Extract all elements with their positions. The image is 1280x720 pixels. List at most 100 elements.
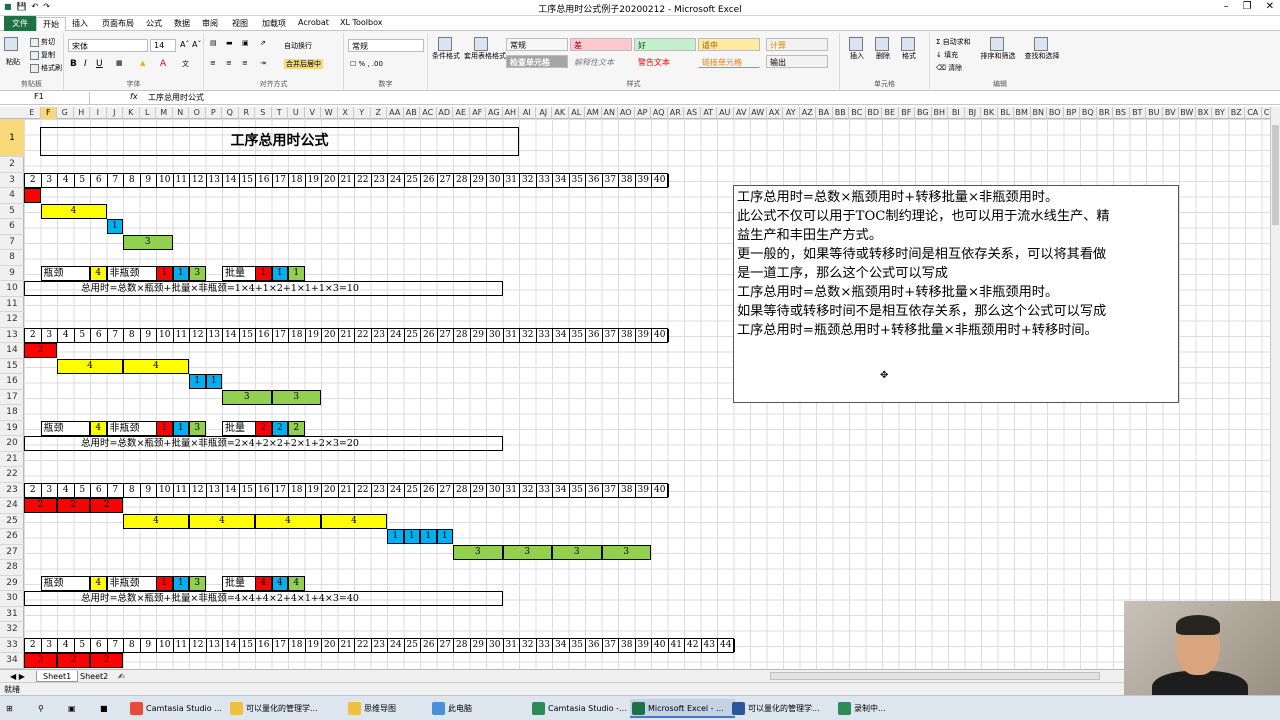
period-number[interactable]: 4 [58,638,75,652]
column-header[interactable]: R [239,107,255,119]
period-number[interactable]: 19 [306,483,322,497]
nonbottleneck-value[interactable]: 1 [172,265,189,281]
column-header[interactable]: AI [519,107,536,119]
period-number[interactable]: 8 [124,638,141,652]
style-explanatory[interactable]: 解释性文本 [570,55,632,68]
nonbottleneck-value[interactable]: 1 [156,575,173,591]
period-number[interactable]: 26 [421,173,438,187]
formula-cell[interactable]: 总用时=总数×瓶颈+批量×非瓶颈=2×4+2×2+2×1+2×3=20 [24,436,503,451]
column-header[interactable]: F [40,107,57,119]
column-header[interactable]: AR [668,107,684,119]
red-bar-cell[interactable]: 2 [90,498,123,513]
minimize-icon[interactable]: – [1224,1,1229,12]
row-header[interactable]: 32 [0,622,24,638]
column-header[interactable]: Y [354,107,371,119]
column-header[interactable]: Z [371,107,387,119]
bottleneck-value[interactable]: 4 [90,265,107,281]
align-bottom-icon[interactable]: ▣ [242,39,249,47]
nonbottleneck-value[interactable]: 3 [189,575,206,591]
red-bar-cell[interactable]: 2 [24,498,57,513]
font-color-icon[interactable]: A [160,59,166,69]
row-header[interactable]: 18 [0,405,24,421]
period-number[interactable]: 28 [454,638,471,652]
period-number[interactable]: 13 [207,483,223,497]
align-right-icon[interactable]: ≡ [242,59,248,67]
red-bar-cell[interactable]: 2 [24,653,57,668]
period-number[interactable]: 38 [619,328,636,342]
period-number[interactable]: 15 [240,483,256,497]
taskbar-item[interactable]: 此电脑 [430,699,525,718]
period-number[interactable]: 6 [91,638,108,652]
period-number[interactable]: 31 [504,483,520,497]
period-number[interactable]: 11 [174,638,190,652]
column-header[interactable]: G [57,107,74,119]
period-number[interactable]: 13 [207,328,223,342]
font-size-select[interactable]: 14 [150,39,176,52]
period-number[interactable]: 8 [124,483,141,497]
column-header[interactable]: AQ [651,107,668,119]
column-header[interactable]: AG [486,107,503,119]
period-number[interactable]: 25 [405,483,421,497]
period-number[interactable]: 27 [438,173,454,187]
row-header[interactable]: 33 [0,638,24,653]
column-header[interactable]: S [255,107,272,119]
period-number[interactable]: 29 [471,173,487,187]
red-bar-cell[interactable]: 2 [90,653,123,668]
border-icon[interactable]: ▦ [116,59,123,67]
copy-button[interactable]: 复制 [30,50,55,60]
column-header[interactable]: AC [420,107,437,119]
period-number[interactable]: 37 [603,173,619,187]
nonbottleneck-value[interactable]: 3 [189,265,206,281]
period-number[interactable]: 22 [355,638,372,652]
column-header[interactable]: BB [833,107,849,119]
column-header[interactable]: AO [618,107,635,119]
phonetic-icon[interactable]: 文 [182,59,189,69]
period-number[interactable]: 16 [256,638,273,652]
period-number[interactable]: 19 [306,173,322,187]
period-number[interactable]: 18 [289,638,306,652]
period-number[interactable]: 8 [124,173,141,187]
batch-value[interactable]: 2 [255,420,272,436]
currency-icon[interactable]: ☐ % , .00 [350,60,383,68]
period-number[interactable]: 14 [223,483,240,497]
period-number[interactable]: 24 [388,173,405,187]
column-header[interactable]: BF [899,107,915,119]
restore-icon[interactable]: ❐ [1243,1,1252,12]
row-header[interactable]: 16 [0,374,24,390]
column-header[interactable]: BQ [1080,107,1097,119]
period-number[interactable]: 36 [586,483,603,497]
yellow-bar-cell[interactable]: 4 [189,513,255,529]
period-number[interactable]: 40 [652,328,669,342]
column-header[interactable]: AM [585,107,602,119]
period-number[interactable]: 27 [438,638,454,652]
column-header[interactable]: CA [1245,107,1262,119]
blue-bar-cell[interactable]: 1 [436,529,453,544]
period-number[interactable]: 24 [388,483,405,497]
column-header[interactable]: AV [734,107,750,119]
period-number[interactable]: 35 [570,173,586,187]
row-header[interactable]: 19 [0,421,24,436]
blue-bar-cell[interactable]: 1 [420,529,437,544]
column-header[interactable]: AP [635,107,651,119]
column-header[interactable]: P [206,107,222,119]
row-header[interactable]: 13 [0,328,24,343]
column-header[interactable]: H [74,107,90,119]
row-header[interactable]: 20 [0,436,24,452]
nonbottleneck-value[interactable]: 1 [172,420,189,436]
batch-value[interactable]: 1 [271,265,288,281]
bottleneck-label[interactable]: 瓶颈 [40,265,90,281]
column-header[interactable]: BS [1113,107,1130,119]
period-number[interactable]: 9 [141,483,157,497]
period-number[interactable]: 8 [124,328,141,342]
tab-file[interactable]: 文件 [4,16,36,31]
cut-button[interactable]: 剪切 [30,37,55,47]
period-number[interactable]: 15 [240,638,256,652]
clear-button[interactable]: ⌫ 清除 [936,63,962,73]
row-header[interactable]: 27 [0,545,24,560]
batch-value[interactable]: 2 [288,420,305,436]
period-number[interactable]: 7 [108,173,124,187]
period-number[interactable]: 11 [174,483,190,497]
column-header[interactable]: AF [470,107,486,119]
green-bar-cell[interactable]: 3 [601,544,651,560]
column-header[interactable]: AU [717,107,734,119]
